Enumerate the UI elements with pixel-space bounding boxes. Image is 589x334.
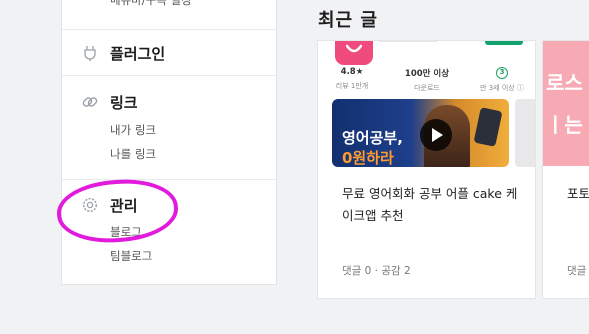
recent-posts-title: 최근 글	[318, 10, 378, 31]
install-button	[485, 41, 523, 45]
page: 메뉴바/구독 설정 플러그인 링크 내가 링크 나를 링크 관리 블로그 팀블로…	[0, 0, 589, 334]
post-thumbnail: 로스 ㅣ는	[543, 41, 589, 166]
post-meta: 댓글 0 · 공감 2	[342, 265, 411, 277]
sidebar-section-link: 링크 내가 링크 나를 링크	[62, 75, 276, 179]
video-thumbnail[interactable]: 영어공부, 0원하라	[332, 99, 509, 167]
sidebar-section-plugin[interactable]: 플러그인	[62, 29, 276, 75]
post-title[interactable]: 무료 영어회화 공부 어플 cake 케이크앱 추천	[342, 183, 522, 227]
post-meta: 댓글	[567, 265, 587, 277]
sidebar-section-title: 플러그인	[110, 45, 166, 63]
sidebar-item-team-blog[interactable]: 팀블로그	[110, 248, 152, 264]
faint-text-line	[378, 41, 438, 42]
link-icon	[82, 97, 98, 107]
app-stat-rating: 4.8★ 리뷰 1만개	[335, 67, 369, 90]
post-card[interactable]: 4.8★ 리뷰 1만개 100만 이상 다운로드 3 만 3세 이상 ⓘ 영어공…	[317, 40, 536, 299]
sidebar-section-title: 링크	[110, 94, 138, 112]
age-badge: 3	[496, 67, 508, 79]
banner-text: 0원하라	[342, 149, 394, 167]
next-thumbnail	[515, 99, 535, 167]
app-stat-age: 3 만 3세 이상 ⓘ	[480, 67, 524, 92]
post-card[interactable]: 로스 ㅣ는 포토 짤 설 댓글	[542, 40, 589, 299]
post-title[interactable]: 포토 짤 설	[567, 183, 589, 205]
sidebar: 메뉴바/구독 설정 플러그인 링크 내가 링크 나를 링크 관리 블로그 팀블로…	[61, 0, 277, 285]
sidebar-menu-settings-link[interactable]: 메뉴바/구독 설정	[110, 0, 192, 8]
banner-text: ㅣ는	[546, 113, 583, 137]
play-icon[interactable]	[420, 119, 452, 151]
plug-icon	[84, 46, 96, 61]
banner-text: 로스	[546, 71, 583, 95]
app-logo-icon	[335, 41, 373, 65]
banner-text: 영어공부,	[342, 129, 403, 147]
sidebar-item-my-links[interactable]: 내가 링크	[110, 122, 156, 138]
phone-figure	[473, 107, 503, 147]
app-stat-downloads: 100만 이상 다운로드	[404, 69, 450, 92]
sidebar-item-links-to-me[interactable]: 나를 링크	[110, 146, 156, 162]
